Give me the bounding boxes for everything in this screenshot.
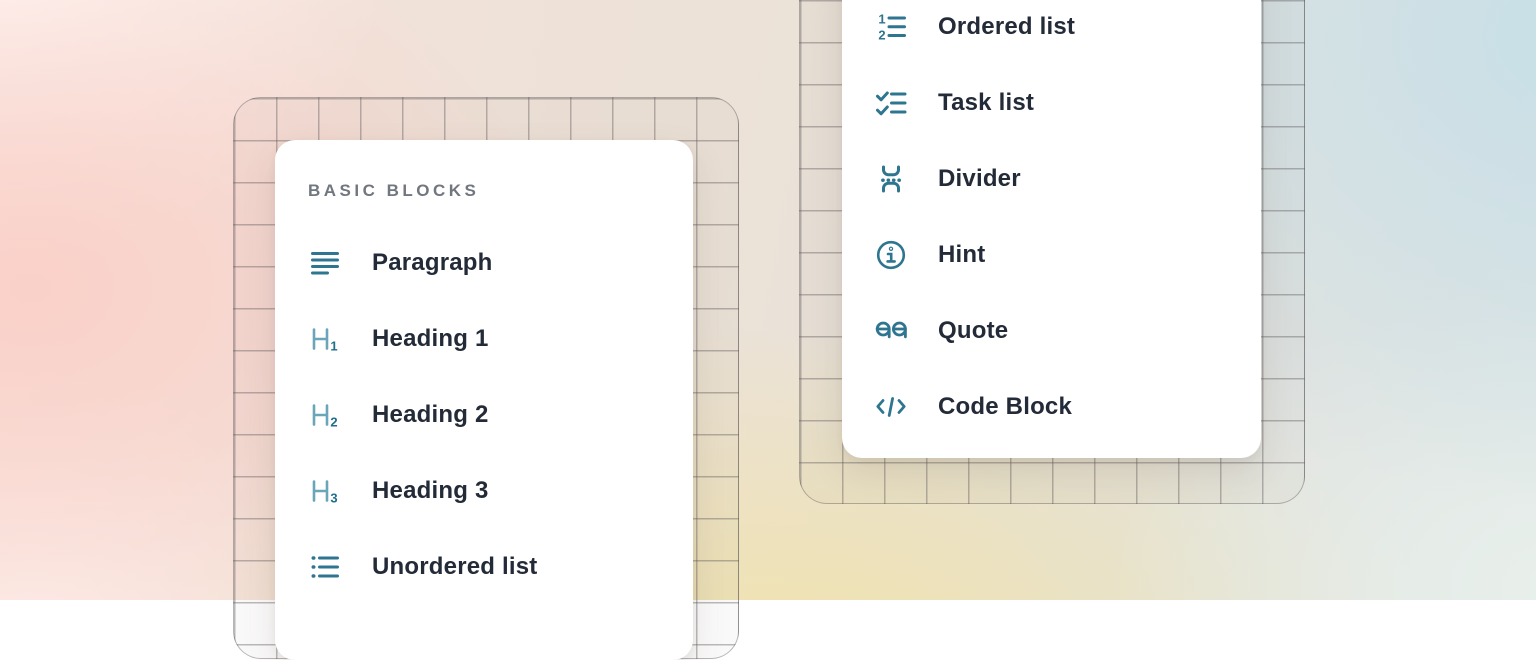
ordered-list-icon: 1 2 [874, 10, 908, 44]
svg-text:2: 2 [330, 415, 337, 430]
menu-item-label: Ordered list [938, 13, 1075, 41]
menu-item-heading-2[interactable]: 2 Heading 2 [275, 377, 693, 453]
hint-icon [874, 238, 908, 272]
menu-item-divider[interactable]: Divider [842, 141, 1261, 217]
menu-item-label: Paragraph [372, 249, 493, 277]
task-list-icon [874, 86, 908, 120]
menu-item-label: Unordered list [372, 553, 538, 581]
menu-item-label: Code Block [938, 393, 1072, 421]
menu-item-quote[interactable]: Quote [842, 293, 1261, 369]
svg-text:2: 2 [878, 28, 885, 43]
basic-blocks-menu: BASIC BLOCKS Paragraph 1 Heading 1 2 Hea… [275, 140, 693, 660]
quote-icon [874, 314, 908, 348]
svg-text:1: 1 [878, 12, 885, 27]
gradient-background [0, 0, 1536, 600]
menu-item-unordered-list[interactable]: Unordered list [275, 529, 693, 605]
svg-text:1: 1 [330, 339, 337, 354]
menu-item-label: Heading 2 [372, 401, 489, 429]
section-label: BASIC BLOCKS [308, 180, 693, 202]
heading-3-icon: 3 [308, 474, 342, 508]
blocks-menu-continued: 1 2 Ordered list Task list Divider [842, 0, 1261, 458]
unordered-list-icon [308, 550, 342, 584]
code-block-icon [874, 390, 908, 424]
menu-item-code-block[interactable]: Code Block [842, 369, 1261, 445]
menu-item-label: Heading 3 [372, 477, 489, 505]
menu-item-task-list[interactable]: Task list [842, 65, 1261, 141]
menu-item-label: Heading 1 [372, 325, 489, 353]
menu-item-ordered-list[interactable]: 1 2 Ordered list [842, 0, 1261, 65]
menu-item-label: Hint [938, 241, 985, 269]
svg-text:3: 3 [330, 491, 337, 506]
menu-item-label: Divider [938, 165, 1021, 193]
menu-item-label: Task list [938, 89, 1034, 117]
menu-item-hint[interactable]: Hint [842, 217, 1261, 293]
heading-2-icon: 2 [308, 398, 342, 432]
menu-item-paragraph[interactable]: Paragraph [275, 225, 693, 301]
menu-item-heading-3[interactable]: 3 Heading 3 [275, 453, 693, 529]
menu-item-label: Quote [938, 317, 1008, 345]
paragraph-icon [308, 246, 342, 280]
heading-1-icon: 1 [308, 322, 342, 356]
menu-item-heading-1[interactable]: 1 Heading 1 [275, 301, 693, 377]
divider-icon [874, 162, 908, 196]
